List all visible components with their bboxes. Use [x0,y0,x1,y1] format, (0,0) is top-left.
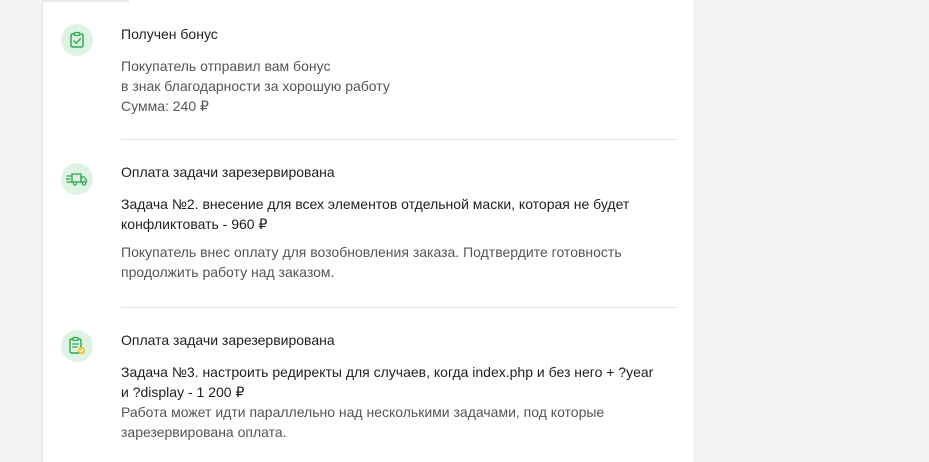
divider [121,139,678,140]
task-title-line[interactable]: Задача №2. внесение для всех элементов о… [121,194,676,214]
bonus-amount: Сумма: 240 ₽ [121,98,209,114]
event-description-line: зарезервирована оплата. [121,424,287,440]
event-description-line: Работа может идти параллельно над нескол… [121,404,605,420]
event-title: Получен бонус [121,26,218,42]
task-title-line[interactable]: и ?display - 1 200 ₽ [121,382,676,402]
clipboard-check-icon [61,24,93,56]
event-text-line: Покупатель отправил вам бонус [121,58,331,74]
event-title: Оплата задачи зарезервирована [121,164,335,180]
feed-top-edge [43,0,129,2]
event-description-line: продолжить работу над заказом. [121,264,335,280]
task-title-line[interactable]: Задача №3. настроить редиректы для случа… [121,362,676,382]
event-description-line: Покупатель внес оплату для возобновления… [121,244,622,260]
event-title: Оплата задачи зарезервирована [121,332,335,348]
events-feed: Получен бонус Покупатель отправил вам бо… [42,0,695,462]
task-title-line[interactable]: конфликтовать - 960 ₽ [121,214,676,234]
clipboard-approved-icon [61,330,93,362]
event-text-line: в знак благодарности за хорошую работу [121,78,390,94]
divider [121,307,678,308]
delivery-truck-icon [61,163,93,195]
